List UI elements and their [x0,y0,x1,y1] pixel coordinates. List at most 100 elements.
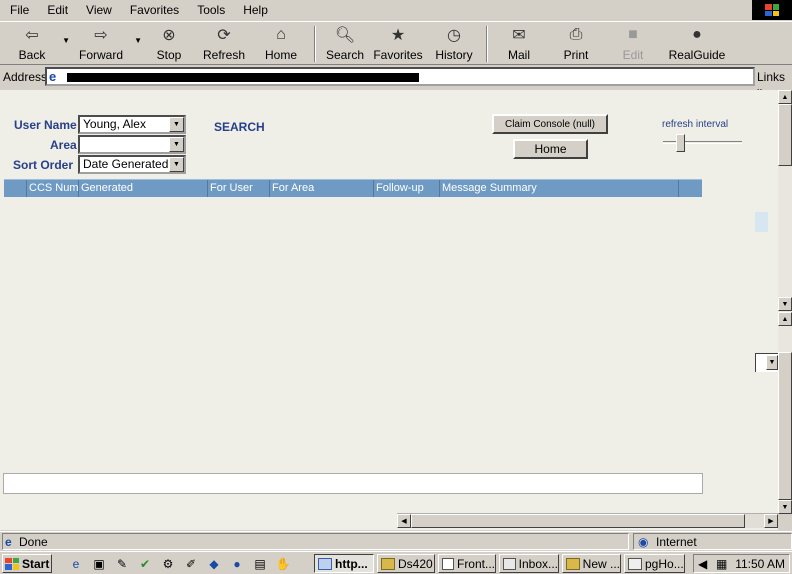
scroll-up-icon[interactable]: ▲ [778,90,792,104]
realguide-button[interactable]: ● RealGuide [658,22,736,64]
system-tray: ◀ ▦ 11:50 AM [693,554,790,573]
scroll-down-icon[interactable]: ▼ [778,500,792,514]
back-arrow-icon: ⇦ [25,27,39,44]
scroll-thumb[interactable] [778,104,792,166]
chevron-down-icon[interactable]: ▼ [766,355,778,370]
task-ds420[interactable]: Ds420 [377,554,435,573]
grid-col-message-summary[interactable]: Message Summary [440,180,679,197]
user-name-select[interactable]: Young, Alex ▼ [78,115,186,134]
forward-arrow-icon: ⇨ [94,27,108,44]
favorites-icon: ★ [390,27,406,44]
history-button[interactable]: ◷ History [428,22,480,64]
stop-button[interactable]: ⊗ Stop [144,22,194,64]
app-quicklaunch-icon[interactable]: ◆ [206,556,222,572]
sort-order-label: Sort Order [13,158,74,172]
menu-file[interactable]: File [0,3,37,17]
back-dropdown-icon[interactable]: ▼ [62,36,70,45]
address-label: Address [3,70,48,84]
home-toolbar-button[interactable]: ⌂ Home [254,22,308,64]
app-quicklaunch-icon[interactable]: ● [229,556,245,572]
grid-col-follow-up[interactable]: Follow-up [374,180,440,197]
claim-console-button[interactable]: Claim Console (null) [492,114,608,134]
volume-icon[interactable]: ◀ [698,557,707,571]
desktop-quicklaunch-icon[interactable]: ▣ [91,556,107,572]
outlook-quicklaunch-icon[interactable]: ✎ [114,556,130,572]
menu-edit[interactable]: Edit [37,3,76,17]
refresh-button[interactable]: ⟳ Refresh [194,22,254,64]
grid-col-select[interactable] [4,180,27,197]
refresh-icon: ⟳ [217,27,231,44]
app-quicklaunch-icon[interactable]: ✔ [137,556,153,572]
search-toolbar-button[interactable]: 🔍︎ Search [322,22,368,64]
address-input[interactable]: e [45,67,755,86]
start-button[interactable]: Start [2,554,52,573]
taskbar: Start e ▣ ✎ ✔ ⚙ ✐ ◆ ● ▤ ✋ http... Ds420 … [0,551,792,574]
inner-horizontal-scrollbar[interactable]: ◀ ▶ [397,513,778,528]
message-detail-box[interactable] [3,473,703,494]
menu-help[interactable]: Help [233,3,276,17]
grid-header: CCS Num Generated For User For Area Foll… [4,179,702,197]
app-quicklaunch-icon[interactable]: ▤ [252,556,268,572]
edit-button[interactable]: ■ Edit [608,22,658,64]
scroll-right-icon[interactable]: ▶ [764,514,778,528]
scroll-thumb[interactable] [411,514,745,528]
clock: 11:50 AM [735,556,785,571]
refresh-interval-label: refresh interval [662,119,729,130]
search-icon: 🔍︎ [334,27,356,44]
history-icon: ◷ [447,27,461,44]
task-pghome[interactable]: pgHo... [624,554,685,573]
forward-button[interactable]: ⇨ Forward ▼ [70,22,142,64]
task-new-folder[interactable]: New ... [562,554,621,573]
realguide-icon: ● [692,26,702,43]
scroll-left-icon[interactable]: ◀ [397,514,411,528]
task-browser[interactable]: http... [314,554,374,573]
app-quicklaunch-icon[interactable]: ⚙ [160,556,176,572]
scroll-down-icon[interactable]: ▼ [778,297,792,311]
ie-page-icon: e [5,534,12,549]
print-button[interactable]: ⎙ Print [544,22,608,64]
refresh-interval-track[interactable] [663,141,742,144]
favorites-button[interactable]: ★ Favorites [368,22,428,64]
windows-logo-icon [5,557,19,570]
grid-col-for-user[interactable]: For User [208,180,270,197]
chevron-down-icon[interactable]: ▼ [169,117,184,132]
grid-col-generated[interactable]: Generated [79,180,208,197]
browser-toolbar: ⇦ Back ▼ ⇨ Forward ▼ ⊗ Stop ⟳ Refresh ⌂ … [0,21,792,65]
menu-bar: File Edit View Favorites Tools Help [0,0,792,20]
vertical-scrollbar[interactable]: ▲ ▼ ▲ ▼ [778,90,792,514]
toolbar-separator [314,26,316,62]
status-text: e Done [2,533,629,550]
address-bar: Address e Links » [0,66,792,98]
menu-tools[interactable]: Tools [187,3,233,17]
menu-favorites[interactable]: Favorites [120,3,187,17]
grid-col-ccs-num[interactable]: CCS Num [27,180,79,197]
back-button[interactable]: ⇦ Back ▼ [4,22,70,64]
redacted-url [67,73,419,82]
security-zone: ◉ Internet [633,533,792,550]
task-inbox[interactable]: Inbox... [499,554,559,573]
area-select[interactable]: ▼ [78,135,186,154]
ie-quicklaunch-icon[interactable]: e [68,556,84,572]
sort-order-select[interactable]: Date Generated ▼ [78,155,186,174]
forward-dropdown-icon[interactable]: ▼ [134,36,142,45]
refresh-interval-slider[interactable] [676,134,685,152]
network-icon[interactable]: ▦ [716,557,727,571]
search-link[interactable]: SEARCH [214,120,265,134]
chevron-down-icon[interactable]: ▼ [169,137,184,152]
app-quicklaunch-icon[interactable]: ✋ [275,556,291,572]
scroll-thumb[interactable] [778,352,792,500]
windows-logo-icon [752,0,792,20]
mail-button[interactable]: ✉ Mail [494,22,544,64]
app-quicklaunch-icon[interactable]: ✐ [183,556,199,572]
menu-view[interactable]: View [76,3,120,17]
grid-body [4,198,702,471]
globe-icon: ◉ [638,534,649,549]
side-dropdown[interactable]: ▼ [755,353,778,372]
chevron-down-icon[interactable]: ▼ [169,157,184,172]
user-name-label: User Name [14,118,77,132]
grid-col-for-area[interactable]: For Area [270,180,374,197]
home-button[interactable]: Home [513,139,588,159]
scroll-up-icon[interactable]: ▲ [778,312,792,326]
task-frontpage[interactable]: Front... [438,554,496,573]
grid-col-end [679,180,702,197]
